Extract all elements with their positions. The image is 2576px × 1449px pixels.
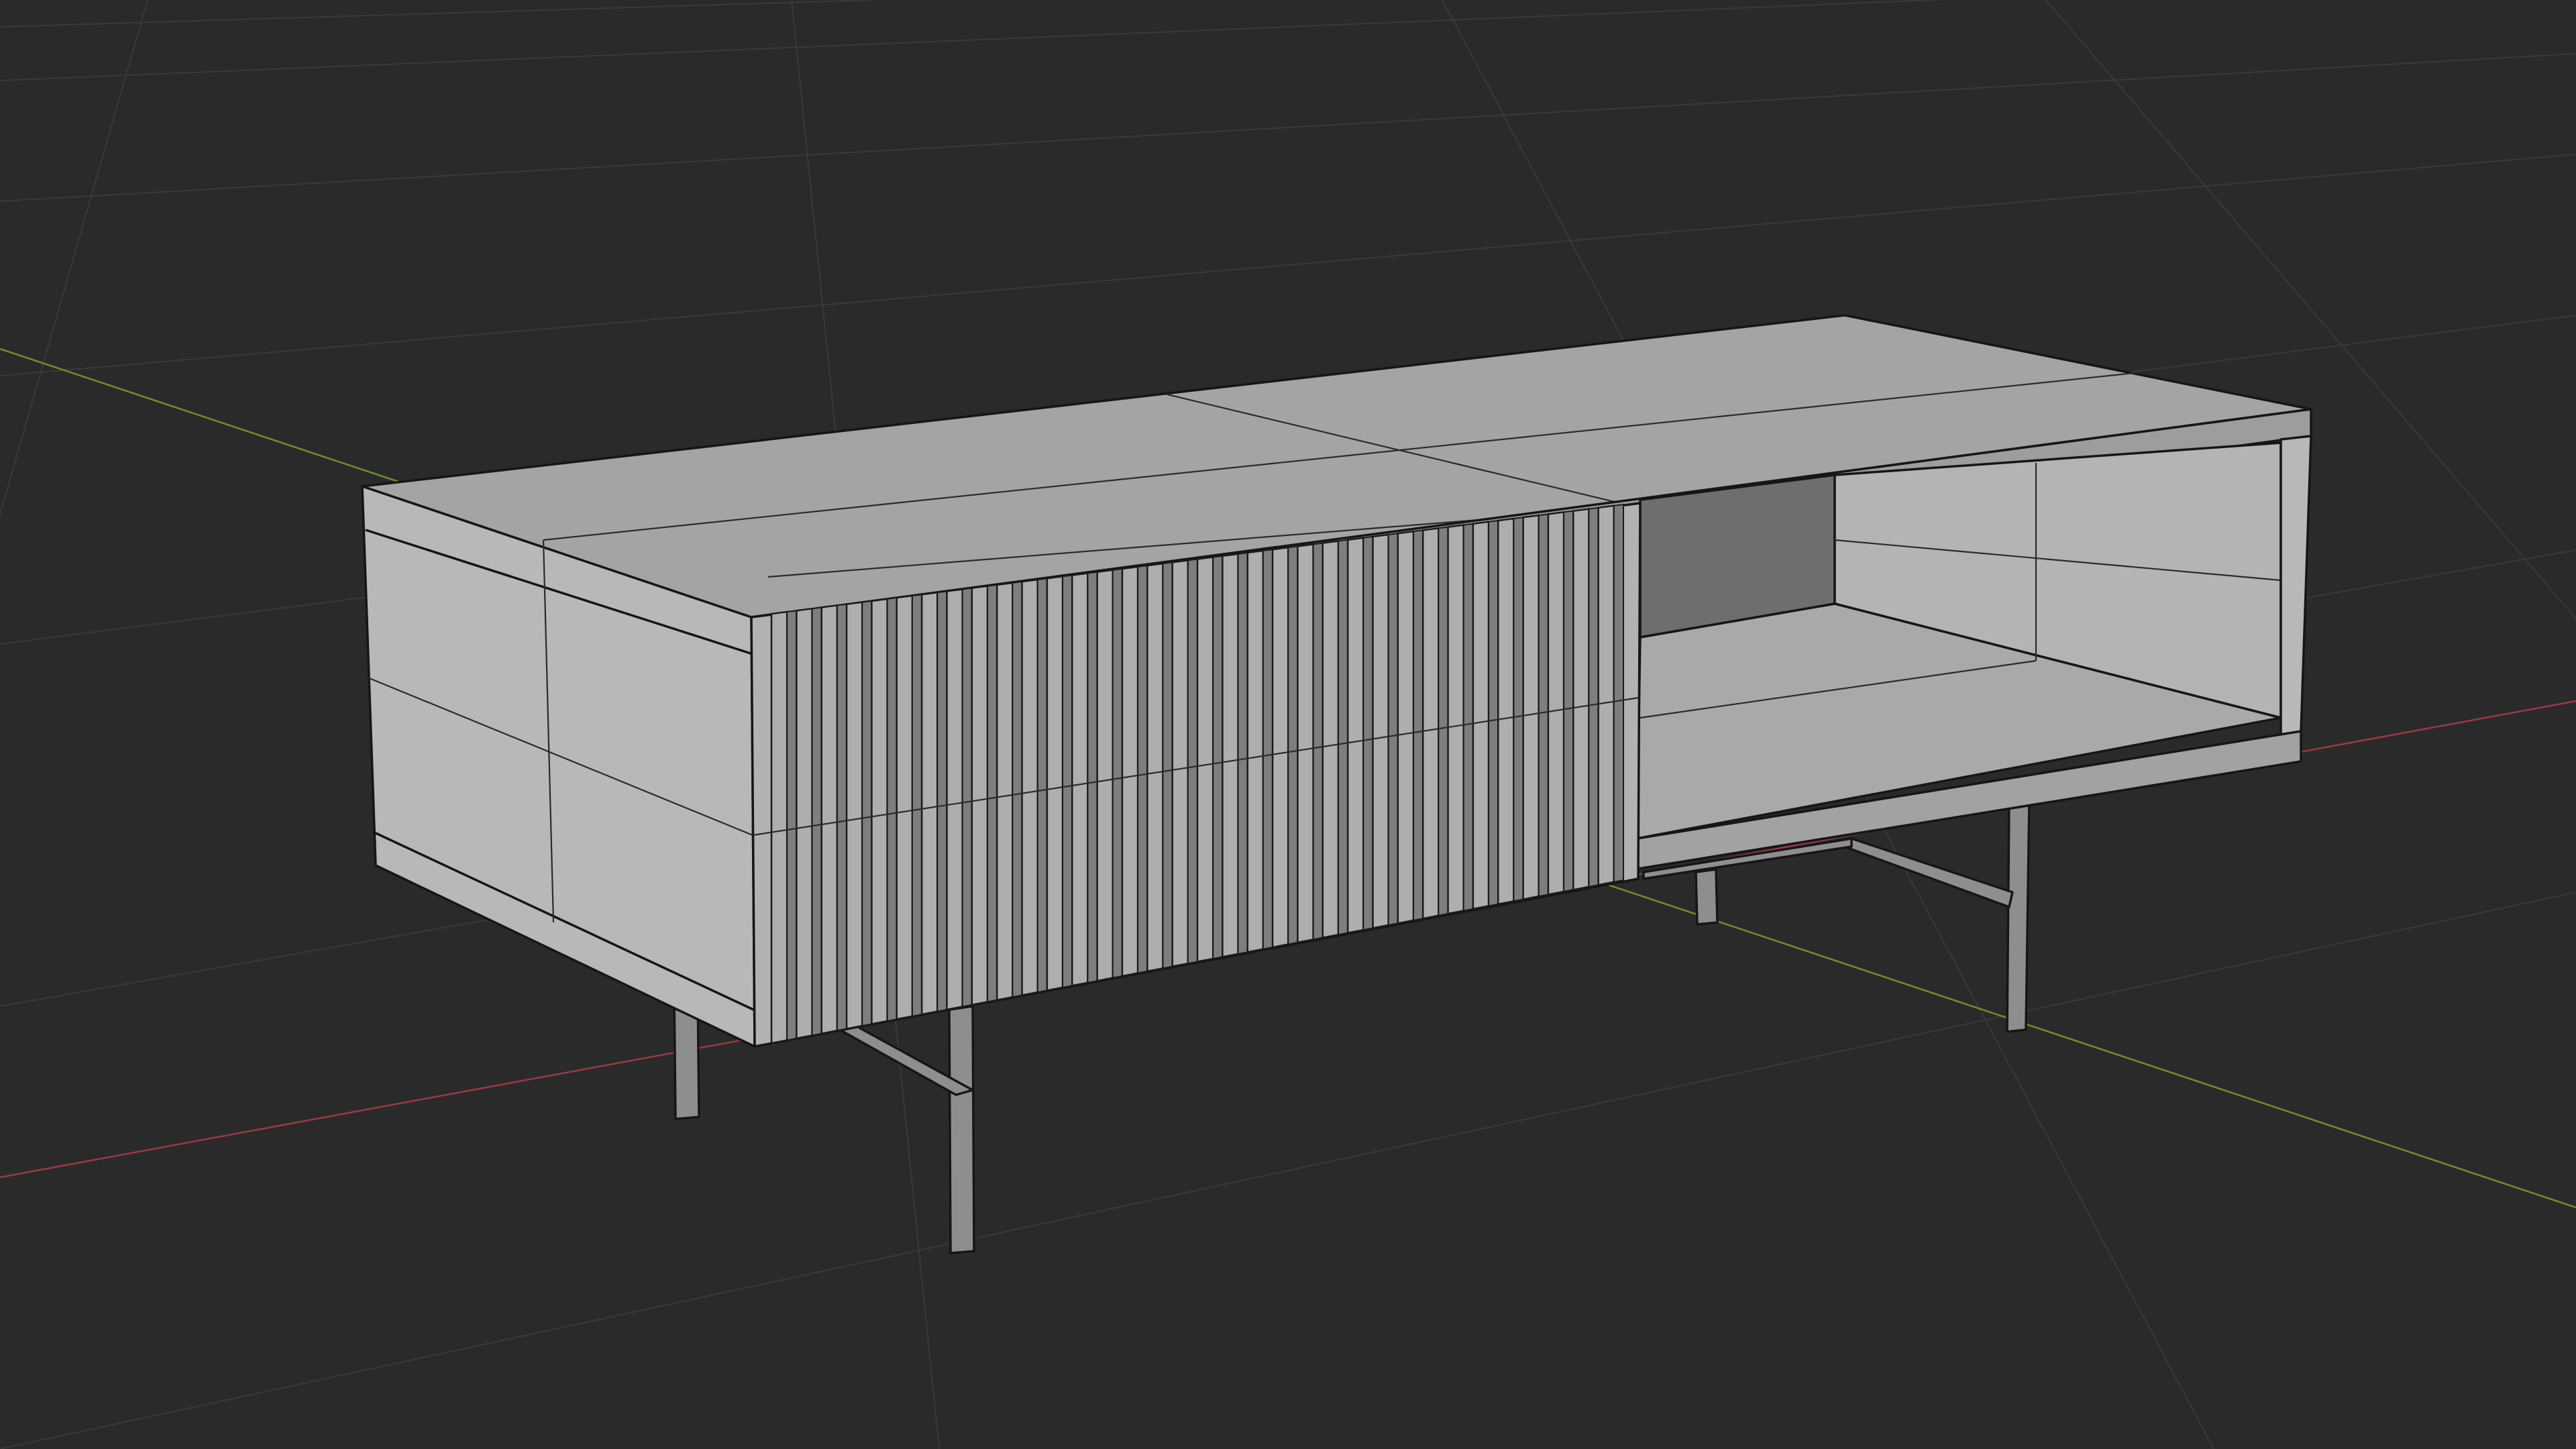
door-slat (871, 598, 888, 1025)
door-slat-gap (886, 596, 898, 1022)
door-slat-gap (1488, 519, 1499, 907)
door-slat (1046, 575, 1064, 991)
door-slat (1597, 504, 1615, 886)
door-slat-gap (1387, 533, 1399, 926)
door-slat (996, 582, 1014, 1002)
door-slat-gap (1513, 517, 1524, 902)
door-slat (1322, 540, 1340, 939)
door-slat-gap (936, 590, 948, 1012)
door-slat-gap (786, 610, 798, 1041)
door-slat-gap (1462, 523, 1474, 912)
door-slat-gap (1112, 568, 1123, 979)
3d-viewport[interactable] (0, 0, 2576, 1449)
door-slat (1497, 517, 1515, 906)
door-slat-gap (986, 584, 998, 1003)
door-slat-gap (1588, 506, 1599, 888)
door-slat (1021, 578, 1038, 997)
door-slat (1346, 537, 1364, 934)
door-slat (1246, 549, 1265, 953)
door-slat-gap (1412, 529, 1424, 922)
door-slat (1196, 556, 1214, 963)
door-slat (1372, 533, 1389, 929)
sideboard-model[interactable] (361, 314, 2312, 1254)
door-slat-gap (1187, 558, 1198, 965)
door-slat (770, 610, 788, 1044)
leg-front-left (948, 1005, 975, 1254)
door-slat (1547, 511, 1565, 896)
door-slat (1397, 530, 1415, 924)
door-slat (1171, 559, 1189, 968)
door-slat (896, 594, 914, 1020)
door-slat (920, 591, 938, 1016)
door-slat (1572, 508, 1590, 891)
door-slat-gap (811, 606, 822, 1036)
door-slat-gap (1012, 580, 1023, 998)
door-slat-gap (961, 587, 973, 1008)
leg-front-right (2006, 797, 2031, 1033)
door-slat-gap (1362, 535, 1374, 931)
door-slat-gap (1563, 510, 1574, 893)
door-slat (1447, 524, 1464, 915)
door-slat (1146, 562, 1164, 973)
door-slat (796, 607, 813, 1040)
right-end-panel (2279, 435, 2312, 739)
door-slat (1096, 569, 1114, 982)
door-slat (820, 604, 839, 1035)
door-slat (1522, 514, 1540, 901)
door-slat (1271, 546, 1289, 949)
door-slat-gap (1212, 555, 1224, 960)
door-slat-gap (1613, 503, 1624, 883)
door-slat (1222, 553, 1239, 958)
door-slat-gap (1062, 574, 1073, 989)
door-slat-gap (1262, 548, 1274, 950)
door-slat-gap (1312, 542, 1324, 941)
door-slat (1297, 543, 1314, 944)
door-slat (1472, 521, 1490, 910)
door-slat-gap (1337, 539, 1349, 936)
door-slat (845, 601, 863, 1030)
door-slat-gap (1162, 561, 1173, 969)
door-slat (971, 585, 989, 1006)
stretcher-right (1830, 837, 2014, 908)
door-slat-gap (1087, 571, 1098, 984)
door-slat-gap (1137, 564, 1148, 974)
door-slat-gap (1438, 526, 1449, 916)
door-slat-gap (836, 603, 848, 1032)
door-slat (1121, 566, 1139, 977)
leg-back-right (1695, 868, 1719, 926)
door-slat-gap (1036, 578, 1048, 994)
door-slat-gap (1237, 551, 1248, 955)
door-slat-gap (1287, 545, 1299, 945)
door-slat-gap (1538, 513, 1549, 898)
door-slat (1071, 572, 1089, 987)
door-slat-gap (861, 600, 873, 1027)
door-slat (1421, 527, 1440, 920)
viewport-scene (0, 0, 2576, 1449)
door-slat (946, 588, 963, 1011)
door-slat-gap (911, 594, 923, 1018)
